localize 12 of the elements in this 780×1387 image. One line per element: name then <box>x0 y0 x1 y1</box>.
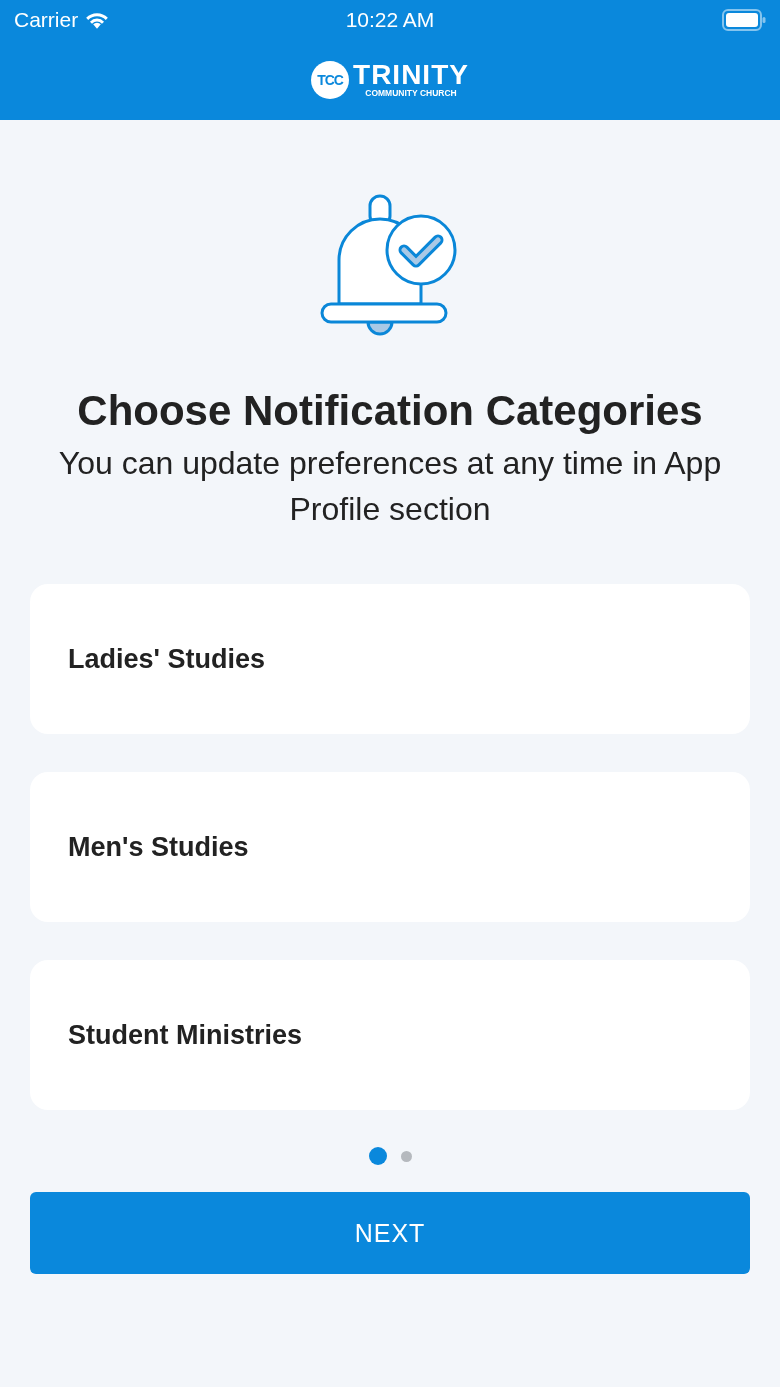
carrier-label: Carrier <box>14 8 79 32</box>
category-card[interactable]: Student Ministries <box>30 960 750 1110</box>
page-title: Choose Notification Categories <box>77 386 703 436</box>
logo-name: TRINITY <box>353 62 469 88</box>
category-card[interactable]: Men's Studies <box>30 772 750 922</box>
page-subtitle: You can update preferences at any time in App Profile section <box>57 444 723 529</box>
battery-icon <box>722 9 766 31</box>
next-button[interactable]: NEXT <box>30 1192 750 1274</box>
logo-badge: TCC <box>311 61 350 99</box>
logo-tagline: COMMUNITY CHURCH <box>365 88 457 98</box>
category-card[interactable]: Ladies' Studies <box>30 584 750 734</box>
status-time: 10:22 AM <box>345 8 435 32</box>
